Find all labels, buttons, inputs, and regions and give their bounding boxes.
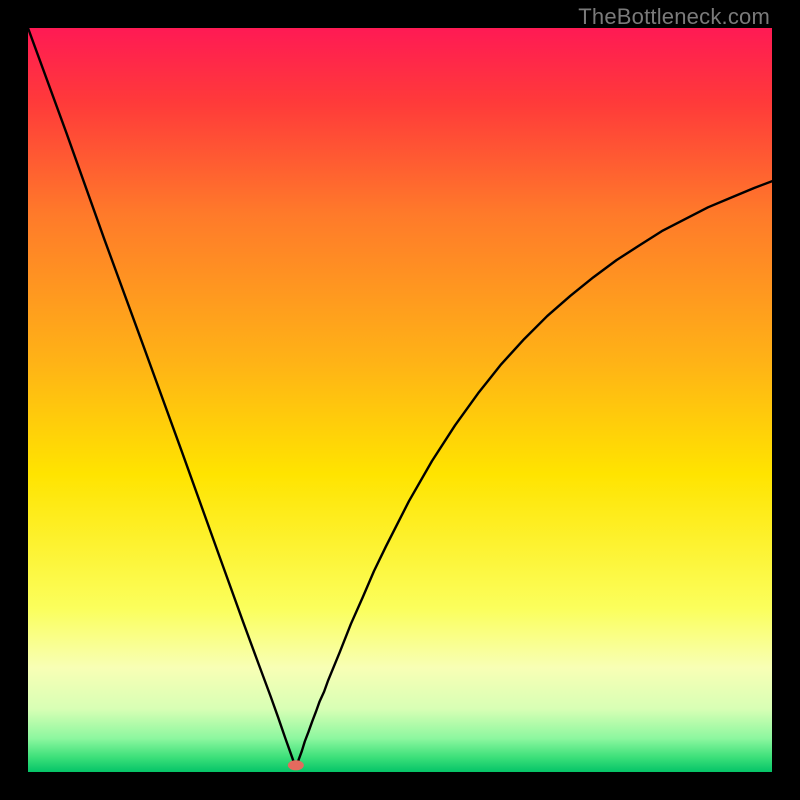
plot-area	[28, 28, 772, 772]
watermark-text: TheBottleneck.com	[578, 4, 770, 30]
chart-svg	[28, 28, 772, 772]
minimum-marker	[288, 760, 304, 770]
chart-background	[28, 28, 772, 772]
chart-frame: TheBottleneck.com	[0, 0, 800, 800]
